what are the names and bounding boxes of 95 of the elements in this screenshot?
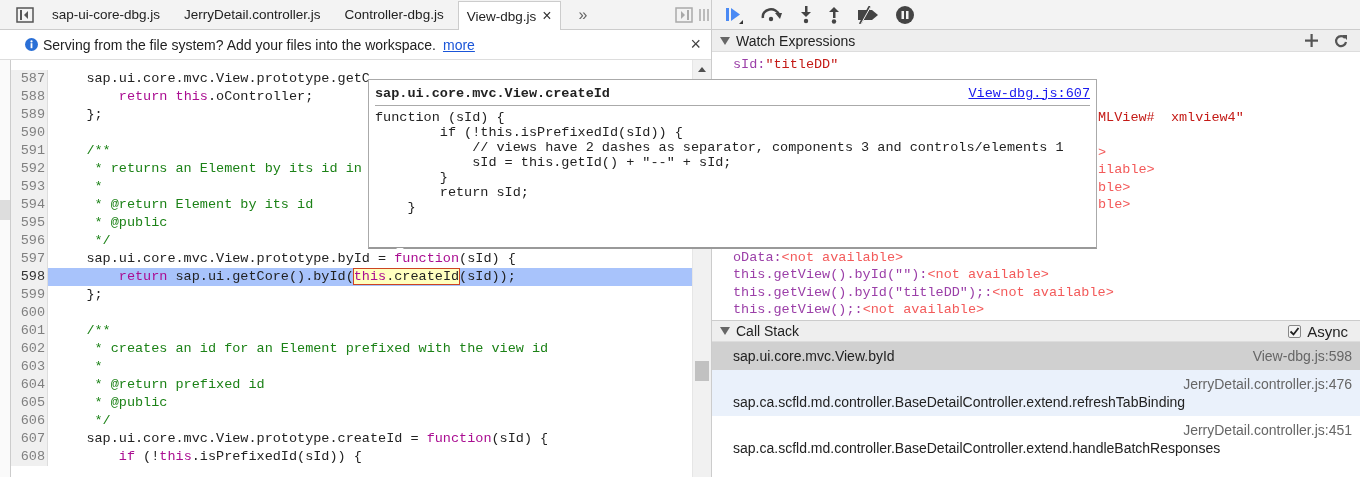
code-line: * xyxy=(93,358,103,376)
code-line: if (!this.isPrefixedId(sId)) { xyxy=(438,125,684,140)
line-number: 591 xyxy=(11,142,48,160)
line-number: 603 xyxy=(11,358,48,376)
info-icon xyxy=(25,38,38,51)
code-line: } xyxy=(406,200,417,215)
more-link[interactable]: more xyxy=(442,36,475,53)
expanded-triangle-icon[interactable] xyxy=(720,327,730,335)
watch-expression: ble> xyxy=(1098,196,1131,214)
line-number: 604 xyxy=(11,376,48,394)
line-number: 600 xyxy=(11,304,48,322)
code-line: sap.ui.core.mvc.View.prototype.getC xyxy=(85,70,370,88)
source-link[interactable]: View-dbg.js:607 xyxy=(968,85,1090,101)
code-line: sap.ui.core.mvc.View.prototype.byId = function(sId) { xyxy=(85,250,516,268)
code-line: * @public xyxy=(93,214,168,232)
line-number: 593 xyxy=(11,178,48,196)
code-line: * creates an id for an Element prefixed with the view id xyxy=(93,340,549,358)
code-line: function (sId) { xyxy=(375,110,506,125)
code-line: }; xyxy=(85,286,103,304)
watch-expression: > xyxy=(1098,143,1107,161)
watch-expression: this.getView();:<not available> xyxy=(732,301,985,319)
code-line: // views have 2 dashes as separator, components 3 and controls/elements 1 xyxy=(471,140,1065,155)
frame-location: JerryDetail.controller.js:451 xyxy=(1182,421,1352,439)
expanded-triangle-icon[interactable] xyxy=(720,36,730,45)
line-number: 588 xyxy=(11,88,48,106)
step-out-icon[interactable] xyxy=(828,5,840,24)
add-icon[interactable] xyxy=(1305,34,1318,47)
code-line: * xyxy=(93,178,103,196)
call-frame[interactable]: sap.ui.core.mvc.View.byId View-dbg.js:598 xyxy=(712,342,1360,370)
refresh-icon[interactable] xyxy=(1334,33,1348,48)
info-message: Serving from the file system? Add your files into the workspace. xyxy=(43,36,436,53)
line-number: 589 xyxy=(11,106,48,124)
file-tab[interactable]: View-dbg.js × xyxy=(457,1,561,30)
step-into-icon[interactable] xyxy=(800,5,812,24)
step-over-icon[interactable] xyxy=(760,6,784,23)
scrollbar-thumb[interactable] xyxy=(695,361,709,381)
code-line: */ xyxy=(93,412,111,430)
code-line: * @public xyxy=(93,394,168,412)
code-line: return sId; xyxy=(438,185,530,200)
code-line: * @return Element by its id xyxy=(93,196,314,214)
scroll-up-arrow-icon[interactable] xyxy=(697,66,707,72)
navigator-toggle-icon[interactable] xyxy=(16,6,34,23)
section-title[interactable]: Watch Expressions xyxy=(736,32,856,49)
line-number: 606 xyxy=(11,412,48,430)
code-line: if (!this.isPrefixedId(sId)) { xyxy=(117,448,362,466)
async-checkbox[interactable] xyxy=(1288,324,1302,338)
code-line: sap.ui.core.mvc.View.prototype.createId = function(sId) { xyxy=(85,430,549,448)
line-number: 598 xyxy=(11,268,48,286)
code-line: * returns an Element by its id in xyxy=(93,160,362,178)
watch-expression: MLView# xmlview4" xyxy=(1098,108,1244,126)
frame-name: sap.ca.scfld.md.controller.BaseDetailController.extend.handleBatchResponses xyxy=(733,439,1221,457)
close-button[interactable]: × xyxy=(690,34,701,55)
section-title[interactable]: Call Stack xyxy=(736,323,800,339)
code-line: */ xyxy=(93,232,111,250)
line-number: 594 xyxy=(11,196,48,214)
call-frame[interactable]: JerryDetail.controller.js:476 sap.ca.scfld.md.controller.BaseDetailController.extend.refreshTabBinding xyxy=(712,370,1360,416)
line-number: 597 xyxy=(11,250,48,268)
line-number: 601 xyxy=(11,322,48,340)
code-line: return this.oController; xyxy=(117,88,314,106)
file-tab[interactable]: Controller-dbg.js xyxy=(334,0,458,29)
watch-expression: oData:<not available> xyxy=(732,248,904,266)
line-number: 595 xyxy=(11,214,48,232)
line-number: 602 xyxy=(11,340,48,358)
sidebar-toggle-icon[interactable] xyxy=(675,6,693,23)
code-line: } xyxy=(438,170,449,185)
popover-title: sap.ui.core.mvc.View.createId xyxy=(375,85,610,101)
watch-expression: this.getView().byId(""):<not available> xyxy=(732,266,1049,284)
watch-expression: sId:"titleDD" xyxy=(732,56,839,74)
line-number: 596 xyxy=(11,232,48,250)
tabs-overflow-button[interactable]: » xyxy=(578,5,588,24)
call-frame[interactable]: JerryDetail.controller.js:451 sap.ca.scfld.md.controller.BaseDetailController.extend.handleBatchResponses xyxy=(712,416,1360,462)
frame-name: sap.ui.core.mvc.View.byId xyxy=(733,347,895,365)
code-line: /** xyxy=(85,142,111,160)
code-line: }; xyxy=(85,106,103,124)
line-number: 607 xyxy=(11,430,48,448)
file-tab[interactable]: sap-ui-core-dbg.js xyxy=(42,0,175,29)
async-label: Async xyxy=(1307,322,1348,340)
watch-expression: ilable> xyxy=(1098,161,1155,179)
frame-location: View-dbg.js:598 xyxy=(1252,347,1352,365)
line-number: 592 xyxy=(11,160,48,178)
code-line: sId = this.getId() + "--" + sId; xyxy=(471,155,733,170)
frame-name: sap.ca.scfld.md.controller.BaseDetailController.extend.refreshTabBinding xyxy=(733,393,1186,411)
file-tab[interactable]: JerryDetail.controller.js xyxy=(174,0,335,29)
deactivate-breakpoints-icon[interactable] xyxy=(856,5,880,24)
line-number: 608 xyxy=(11,448,48,466)
watch-expression: this.getView().byId("titleDD");:<not available> xyxy=(732,283,1114,301)
line-number: 599 xyxy=(11,286,48,304)
line-number: 605 xyxy=(11,394,48,412)
frame-location: JerryDetail.controller.js:476 xyxy=(1182,375,1352,393)
pause-icon[interactable] xyxy=(896,5,914,24)
line-number: 587 xyxy=(11,70,48,88)
code-line: /** xyxy=(85,322,111,340)
code-line: * @return prefixed id xyxy=(93,376,265,394)
line-number: 590 xyxy=(11,124,48,142)
watch-expression: ble> xyxy=(1098,178,1131,196)
